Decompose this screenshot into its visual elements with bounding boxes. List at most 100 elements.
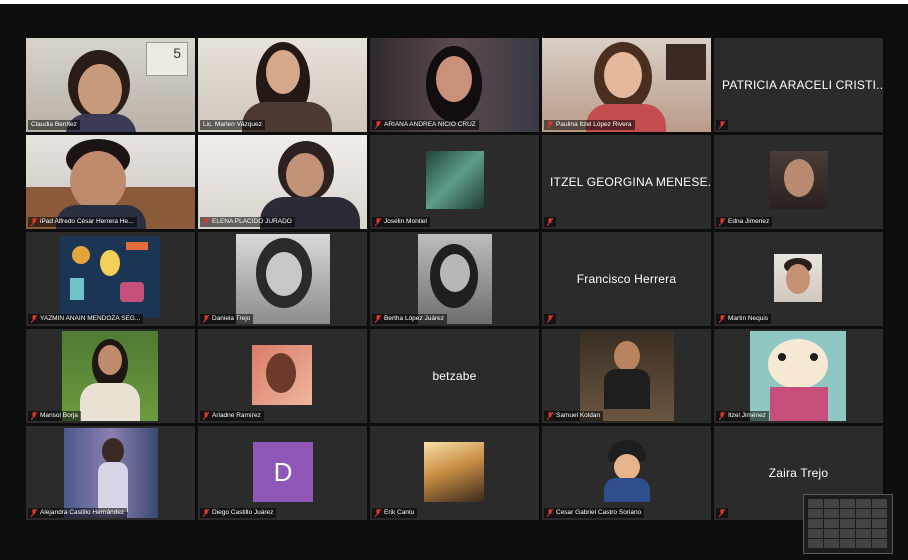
participant-name-tag: Paulina Itzel López Rivera: [544, 120, 635, 130]
mic-muted-icon: [31, 218, 37, 226]
mic-muted-icon: [375, 509, 381, 517]
participant-tile-marisol-borja[interactable]: Marisol Borja: [26, 329, 195, 423]
profile-picture: [60, 236, 160, 318]
participant-tile-marlen-vazquez[interactable]: Lic. Marlen Vázquez: [198, 38, 367, 132]
mic-muted-icon: [719, 412, 725, 420]
calendar-number: 5: [173, 45, 181, 61]
profile-picture: [236, 234, 330, 324]
mic-muted-icon: [547, 121, 553, 129]
participant-tile-patricia-araceli[interactable]: PATRICIA ARACELI CRISTI...: [714, 38, 883, 132]
person-face: [70, 151, 126, 211]
participant-tile-paulina-lopez[interactable]: Paulina Itzel López Rivera: [542, 38, 711, 132]
mic-muted-icon: [203, 412, 209, 420]
mic-muted-icon: [547, 218, 553, 226]
video-call-window: 5 Claudia Benítez Lic. Marlen Vázquez AR…: [0, 4, 908, 560]
participant-name-tag: ARIANA ANDREA NICIO CRUZ: [372, 120, 479, 130]
person-face: [266, 50, 300, 94]
thumbnail-grid: [808, 499, 887, 548]
participant-tile-betzabe[interactable]: betzabe: [370, 329, 539, 423]
mic-muted-icon: [547, 412, 553, 420]
participant-tile-cesar-castro[interactable]: Cesar Gabriel Castro Soriano: [542, 426, 711, 520]
participant-name-tag: Cesar Gabriel Castro Soriano: [544, 508, 645, 518]
participant-name-tag: Martin Nequis: [716, 314, 772, 324]
mic-muted-icon: [31, 509, 37, 517]
participant-display-name: Francisco Herrera: [576, 272, 677, 286]
participant-display-name: ITZEL GEORGINA MENESE...: [550, 175, 711, 189]
participant-tile-diego-castillo[interactable]: D Diego Castillo Juárez: [198, 426, 367, 520]
mic-muted-icon: [203, 509, 209, 517]
participant-name-tag: Samuel Koldan: [544, 411, 604, 421]
participant-name-tag: Lic. Marlen Vázquez: [200, 120, 265, 130]
mic-muted-icon: [203, 218, 209, 226]
mic-muted-icon: [547, 509, 553, 517]
participant-display-name: PATRICIA ARACELI CRISTI...: [722, 78, 883, 92]
participant-display-name: betzabe: [432, 369, 477, 383]
mic-muted-icon: [375, 121, 381, 129]
calendar: 5: [146, 42, 188, 76]
participant-tile-joselin-montiel[interactable]: Joselin Montiel: [370, 135, 539, 229]
participant-name-tag: Itzel Jiménez: [716, 411, 769, 421]
participant-tile-martin-nequis[interactable]: Martin Nequis: [714, 232, 883, 326]
participant-name-tag: Alejandra Castillo Hernández: [28, 508, 128, 518]
participant-name-tag: Marisol Borja: [28, 411, 81, 421]
participant-tile-bertha-lopez[interactable]: Bertha López Juárez: [370, 232, 539, 326]
participant-name-tag: [716, 120, 728, 130]
participant-tile-alejandra-castillo[interactable]: Alejandra Castillo Hernández: [26, 426, 195, 520]
participant-grid: 5 Claudia Benítez Lic. Marlen Vázquez AR…: [26, 38, 883, 520]
person-face: [604, 52, 642, 98]
person-face: [78, 64, 122, 116]
mic-muted-icon: [719, 509, 725, 517]
participant-name-tag: Edna Jimenez: [716, 217, 773, 227]
participant-tile-itzel-jimenez[interactable]: Itzel Jiménez: [714, 329, 883, 423]
participant-name-tag: ELENA PLACIDO JURADO: [200, 217, 295, 227]
participant-display-name: Zaira Trejo: [768, 466, 829, 480]
participant-tile-ariadne-ramirez[interactable]: Ariadne Ramírez: [198, 329, 367, 423]
mic-muted-icon: [375, 315, 381, 323]
participant-name-tag: YAZMIN ANAIN MENDOZA SEG...: [28, 314, 144, 324]
participant-tile-alfredo-herrera[interactable]: iPad Alfredo César Herrera He...: [26, 135, 195, 229]
participant-tile-edna-jimenez[interactable]: Edna Jimenez: [714, 135, 883, 229]
participant-name-tag: Bertha López Juárez: [372, 314, 447, 324]
mic-muted-icon: [547, 315, 553, 323]
participant-tile-ariana-nicio[interactable]: ARIANA ANDREA NICIO CRUZ: [370, 38, 539, 132]
gallery-thumbnail-preview[interactable]: [803, 494, 893, 554]
mic-muted-icon: [31, 315, 37, 323]
profile-picture: [600, 440, 654, 502]
participant-tile-elena-placido[interactable]: ELENA PLACIDO JURADO: [198, 135, 367, 229]
avatar: D: [253, 442, 313, 502]
profile-picture: [252, 345, 312, 405]
mic-muted-icon: [375, 218, 381, 226]
participant-tile-samuel-koldan[interactable]: Samuel Koldan: [542, 329, 711, 423]
person-face: [784, 159, 814, 197]
profile-picture: [64, 428, 158, 518]
profile-picture: [424, 442, 484, 502]
profile-picture: [580, 331, 674, 421]
participant-tile-itzel-georgina[interactable]: ITZEL GEORGINA MENESE...: [542, 135, 711, 229]
participant-name-tag: Claudia Benítez: [28, 120, 80, 130]
person-face: [436, 56, 472, 102]
participant-tile-erik-cantu[interactable]: Erik Cantu: [370, 426, 539, 520]
participant-name-tag: iPad Alfredo César Herrera He...: [28, 217, 137, 227]
profile-picture: [426, 151, 484, 209]
participant-tile-daniela-trejo[interactable]: Daniela Trejo: [198, 232, 367, 326]
profile-picture: [770, 151, 828, 209]
participant-name-tag: Daniela Trejo: [200, 314, 254, 324]
participant-name-tag: Ariadne Ramírez: [200, 411, 264, 421]
mic-muted-icon: [203, 315, 209, 323]
person-face: [286, 153, 324, 197]
mic-muted-icon: [719, 218, 725, 226]
participant-name-tag: [544, 314, 556, 324]
participant-name-tag: Erik Cantu: [372, 508, 418, 518]
participant-name-tag: Joselin Montiel: [372, 217, 430, 227]
participant-tile-claudia-benitez[interactable]: 5 Claudia Benítez: [26, 38, 195, 132]
mic-muted-icon: [719, 121, 725, 129]
participant-name-tag: Diego Castillo Juárez: [200, 508, 277, 518]
participant-tile-yazmin-mendoza[interactable]: YAZMIN ANAIN MENDOZA SEG...: [26, 232, 195, 326]
participant-tile-francisco-herrera[interactable]: Francisco Herrera: [542, 232, 711, 326]
mic-muted-icon: [31, 412, 37, 420]
participant-name-tag: [544, 217, 556, 227]
profile-picture: [750, 331, 846, 421]
profile-picture: [418, 234, 492, 324]
picture-frame: [666, 44, 706, 80]
profile-picture: [774, 254, 822, 302]
